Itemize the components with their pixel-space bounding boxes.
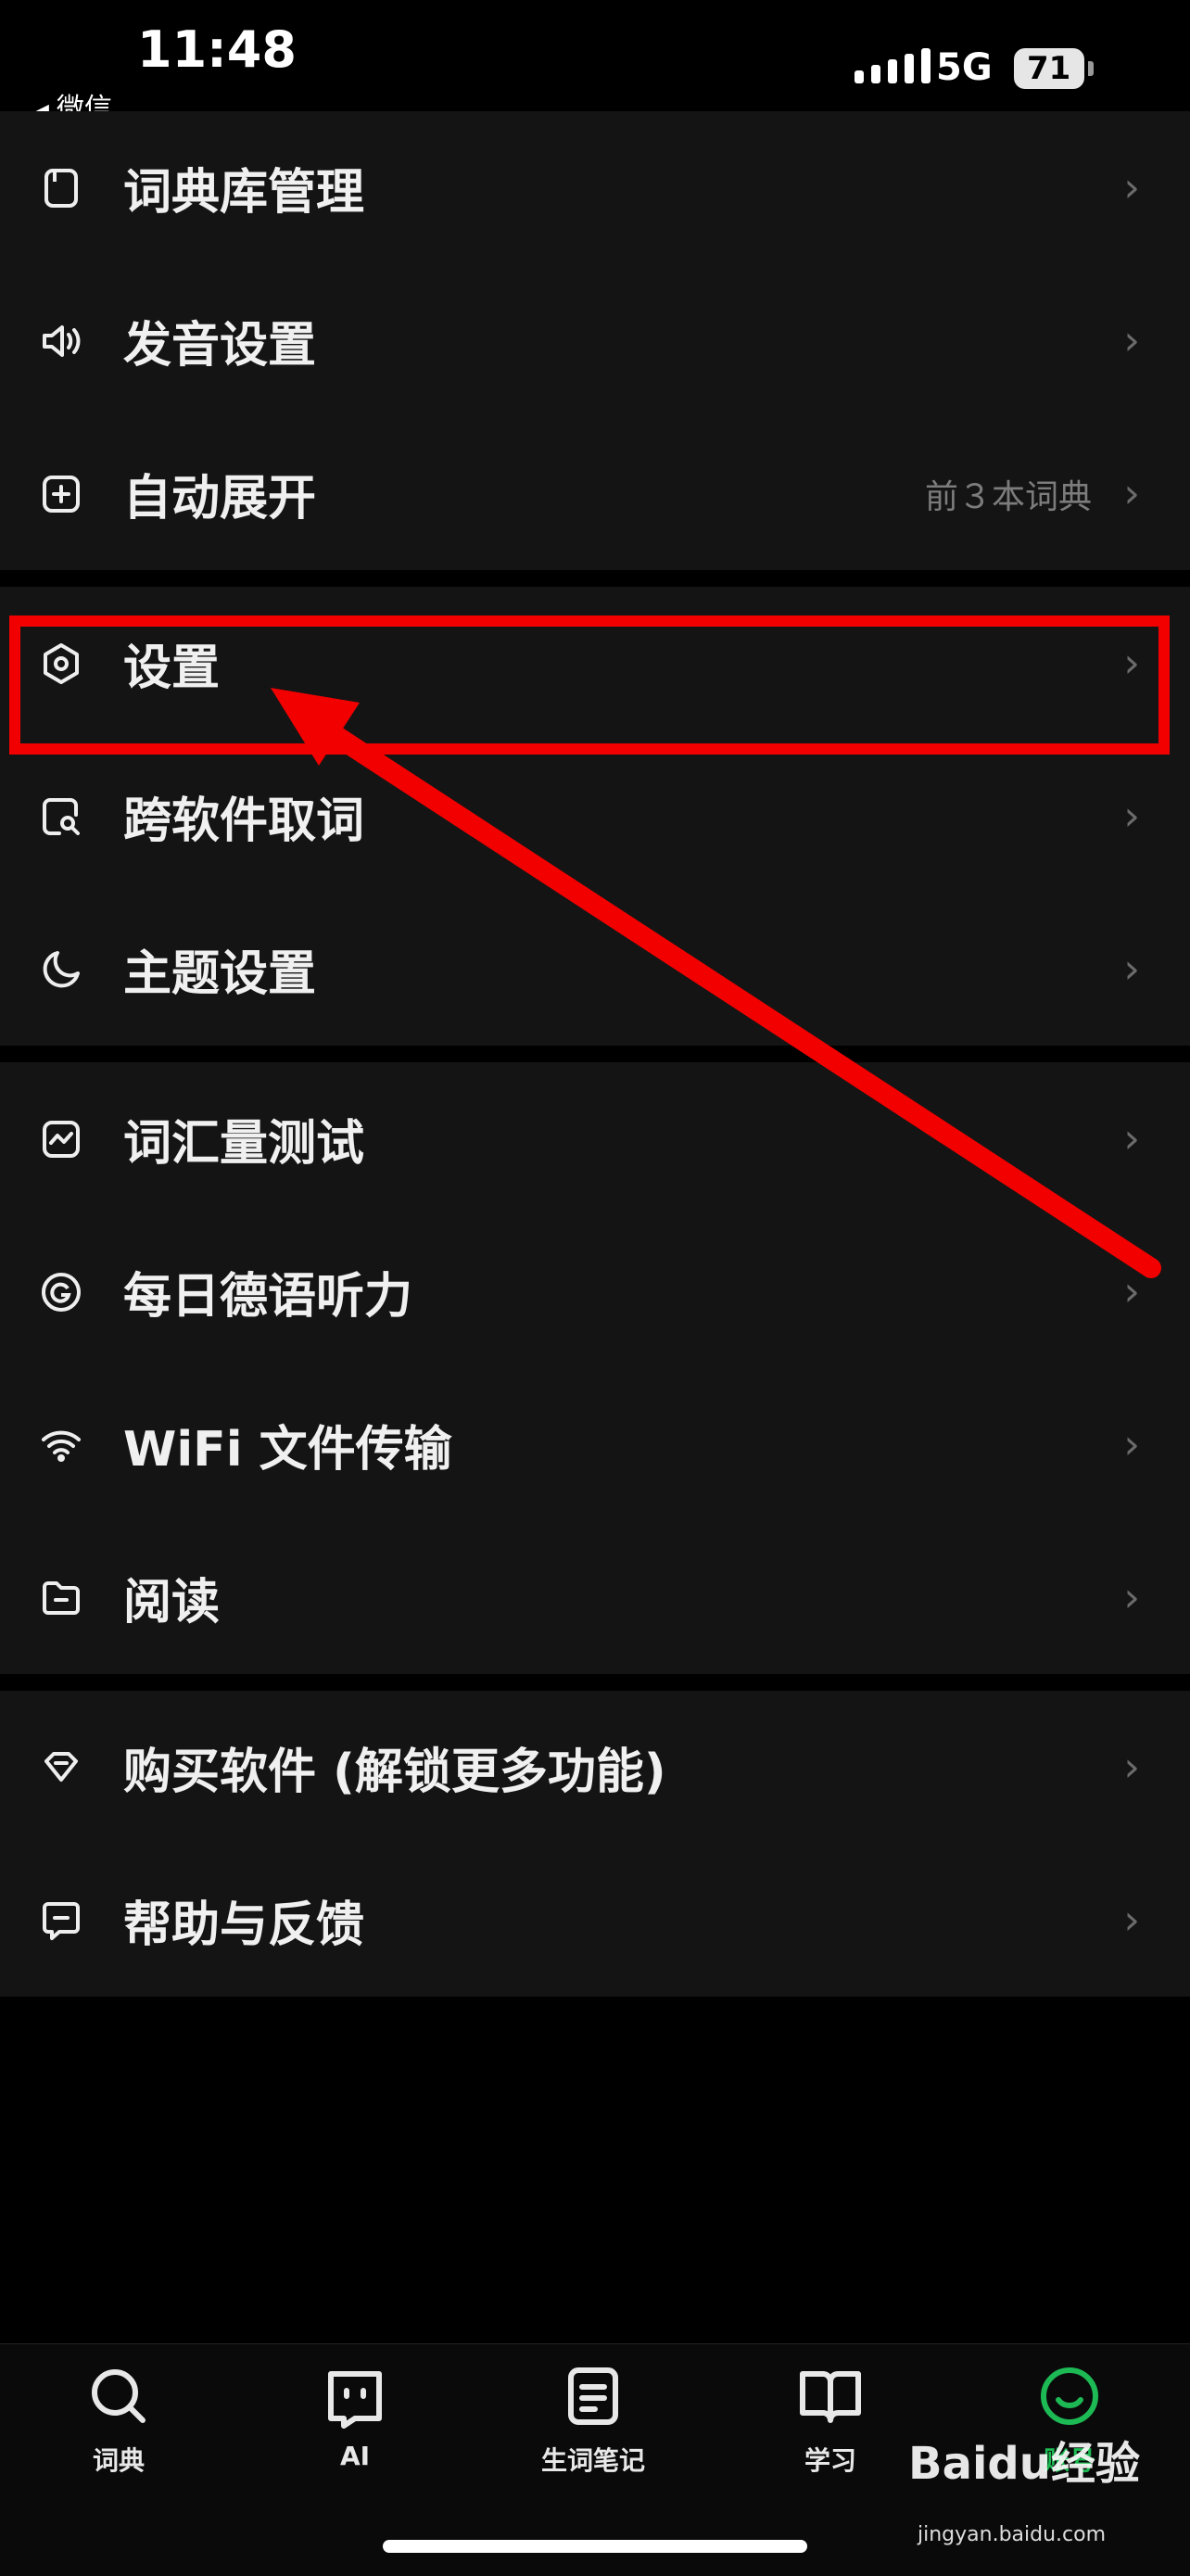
search-icon xyxy=(35,2363,202,2430)
plus-square-icon xyxy=(35,468,87,520)
settings-group-3: 词汇量测试 › 每日德语听力 › WiFi 文件传输 › 阅读 › xyxy=(0,1062,1190,1674)
settings-group-1: 词典库管理 › 发音设置 › 自动展开 前３本词典 › xyxy=(0,111,1190,570)
tab-search[interactable]: 词典 xyxy=(35,2363,202,2478)
settings-row-label: 每日德语听力 xyxy=(123,1269,413,1325)
settings-row[interactable]: WiFi 文件传输 › xyxy=(0,1368,1190,1521)
chevron-right-icon: › xyxy=(1123,164,1140,211)
note-icon xyxy=(510,2363,677,2430)
settings-row[interactable]: 购买软件 (解锁更多功能) › xyxy=(0,1691,1190,1844)
settings-row-label: WiFi 文件传输 xyxy=(123,1422,452,1478)
watermark-url: jingyan.baidu.com xyxy=(918,2523,1107,2546)
watermark-logo: Baidu经验 xyxy=(908,2438,1140,2490)
settings-row-label: 主题设置 xyxy=(123,946,317,1002)
chart-square-icon xyxy=(35,1113,87,1165)
settings-row[interactable]: 自动展开 前３本词典 › xyxy=(0,417,1190,570)
target-icon xyxy=(35,1266,87,1318)
ai-icon xyxy=(272,2363,438,2430)
book-icon xyxy=(35,162,87,214)
settings-row-label: 词典库管理 xyxy=(123,165,365,221)
tab-label: 学习 xyxy=(804,2445,856,2476)
battery-tip xyxy=(1088,61,1094,76)
settings-row-label: 词汇量测试 xyxy=(123,1116,365,1172)
smile-icon xyxy=(986,2363,1153,2430)
battery-icon: 71 xyxy=(1014,48,1084,89)
chevron-right-icon: › xyxy=(1123,1268,1140,1315)
settings-row-label: 购买软件 (解锁更多功能) xyxy=(123,1745,666,1800)
tab-note[interactable]: 生词笔记 xyxy=(510,2363,677,2478)
chevron-right-icon: › xyxy=(1123,1897,1140,1944)
settings-row[interactable]: 每日德语听力 › xyxy=(0,1215,1190,1368)
settings-row[interactable]: 帮助与反馈 › xyxy=(0,1844,1190,1997)
settings-row[interactable]: 跨软件取词 › xyxy=(0,740,1190,893)
message-icon xyxy=(35,1895,87,1947)
chevron-right-icon: › xyxy=(1123,317,1140,364)
tab-label: AI xyxy=(339,2441,371,2471)
settings-row[interactable]: 发音设置 › xyxy=(0,264,1190,417)
cellular-signal-icon xyxy=(855,48,930,83)
tab-ai[interactable]: AI xyxy=(272,2363,438,2471)
tab-label: 生词笔记 xyxy=(540,2445,645,2476)
open-book-icon xyxy=(747,2363,914,2430)
settings-group-4: 购买软件 (解锁更多功能) › 帮助与反馈 › xyxy=(0,1691,1190,1997)
settings-row-label: 阅读 xyxy=(123,1575,221,1631)
moon-icon xyxy=(35,944,87,996)
diamond-icon xyxy=(35,1742,87,1794)
tab-open-book[interactable]: 学习 xyxy=(747,2363,914,2478)
chevron-right-icon: › xyxy=(1123,1421,1140,1468)
tab-label: 词典 xyxy=(92,2445,145,2476)
chevron-right-icon: › xyxy=(1123,1744,1140,1791)
search-square-icon xyxy=(35,791,87,843)
chevron-right-icon: › xyxy=(1123,470,1140,517)
settings-row[interactable]: 主题设置 › xyxy=(0,893,1190,1046)
wifi-icon xyxy=(35,1419,87,1471)
battery-level: 71 xyxy=(1027,50,1071,87)
status-time: 11:48 xyxy=(137,20,297,79)
settings-row[interactable]: 词典库管理 › xyxy=(0,111,1190,264)
network-type: 5G xyxy=(936,46,993,89)
settings-row-label: 帮助与反馈 xyxy=(123,1897,365,1953)
chevron-right-icon: › xyxy=(1123,945,1140,993)
annotation-highlight-box xyxy=(9,615,1170,755)
settings-row-label: 发音设置 xyxy=(123,318,317,374)
settings-row[interactable]: 词汇量测试 › xyxy=(0,1062,1190,1215)
chevron-right-icon: › xyxy=(1123,1115,1140,1162)
settings-row[interactable]: 阅读 › xyxy=(0,1521,1190,1674)
chevron-right-icon: › xyxy=(1123,793,1140,840)
home-indicator[interactable] xyxy=(383,2540,807,2553)
settings-row-value: 前３本词典 xyxy=(924,477,1092,516)
settings-row-label: 跨软件取词 xyxy=(123,793,365,849)
chevron-right-icon: › xyxy=(1123,1574,1140,1621)
speaker-icon xyxy=(35,315,87,367)
settings-row-label: 自动展开 xyxy=(123,471,317,527)
folder-icon xyxy=(35,1572,87,1624)
